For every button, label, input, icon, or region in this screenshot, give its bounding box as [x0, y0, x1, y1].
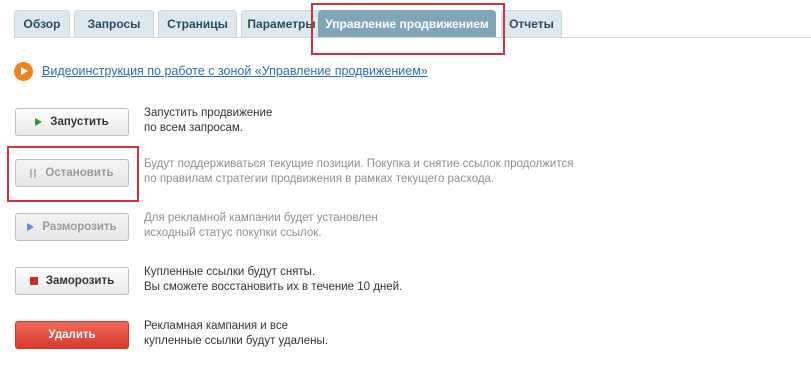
delete-button[interactable]: Удалить [15, 321, 129, 349]
unfreeze-description: Для рекламной кампании будет установлен … [144, 211, 664, 241]
tab-divider [14, 37, 811, 38]
delete-button-label: Удалить [48, 329, 96, 341]
stop-button-label: Остановить [45, 167, 114, 179]
freeze-button[interactable]: Заморозить [15, 267, 129, 295]
tab-reports[interactable]: Отчеты [501, 10, 562, 37]
play-blue-icon [27, 223, 35, 231]
start-button-label: Запустить [50, 116, 109, 128]
start-description: Запустить продвижение по всем запросам. [144, 106, 664, 136]
video-instruction-link[interactable]: Видеоинструкция по работе с зоной «Управ… [42, 64, 428, 78]
play-green-icon [35, 118, 43, 126]
video-instruction-row: Видеоинструкция по работе с зоной «Управ… [14, 61, 428, 81]
start-button[interactable]: Запустить [15, 108, 129, 136]
tab-pages[interactable]: Страницы [158, 10, 237, 37]
freeze-button-label: Заморозить [45, 275, 115, 287]
tab-promotion-management[interactable]: Управление продвижением [318, 10, 496, 37]
freeze-description-line-1: Купленные ссылки будут сняты. [144, 266, 316, 278]
delete-description-line-2: купленные ссылки будут удалены. [144, 335, 328, 347]
pause-icon [30, 168, 37, 178]
unfreeze-description-line-2: исходный статус покупки ссылок. [144, 227, 322, 239]
stop-button[interactable]: Остановить [15, 159, 129, 187]
freeze-description: Купленные ссылки будут сняты. Вы сможете… [144, 265, 664, 295]
delete-description: Рекламная кампания и все купленные ссылк… [144, 319, 664, 349]
stop-description-line-1: Будут поддерживаться текущие позиции. По… [144, 158, 574, 170]
stop-red-icon [29, 277, 38, 285]
play-icon[interactable] [14, 61, 33, 81]
unfreeze-button-label: Разморозить [42, 221, 117, 233]
delete-description-line-1: Рекламная кампания и все [144, 320, 289, 332]
start-description-line-1: Запустить продвижение [144, 107, 273, 119]
stop-description-line-2: по правилам стратегии продвижения в рамк… [144, 173, 495, 185]
tab-overview[interactable]: Обзор [14, 10, 70, 37]
stop-description: Будут поддерживаться текущие позиции. По… [144, 157, 664, 187]
unfreeze-description-line-1: Для рекламной кампании будет установлен [144, 212, 378, 224]
start-description-line-2: по всем запросам. [144, 122, 243, 134]
tab-parameters[interactable]: Параметры [241, 10, 322, 37]
tab-queries[interactable]: Запросы [74, 10, 154, 37]
unfreeze-button[interactable]: Разморозить [15, 213, 129, 241]
freeze-description-line-2: Вы сможете восстановить их в течение 10 … [144, 281, 403, 293]
